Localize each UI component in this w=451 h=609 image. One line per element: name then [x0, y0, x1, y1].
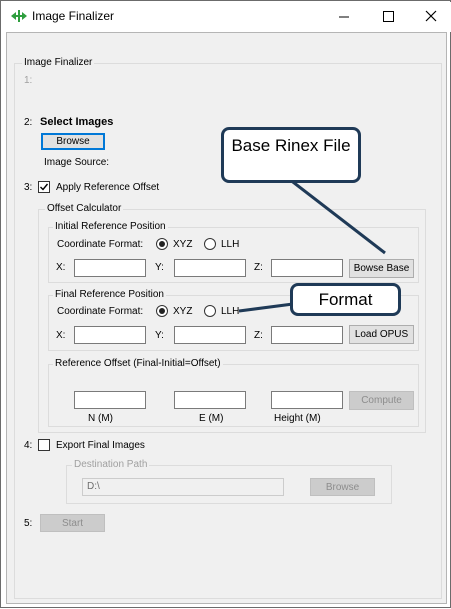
application-window: Image Finalizer Image Finalizer 1: 2: Se…	[0, 0, 451, 608]
callout-base-rinex-file: Base Rinex File	[221, 127, 361, 183]
callout-format: Format	[290, 283, 401, 316]
